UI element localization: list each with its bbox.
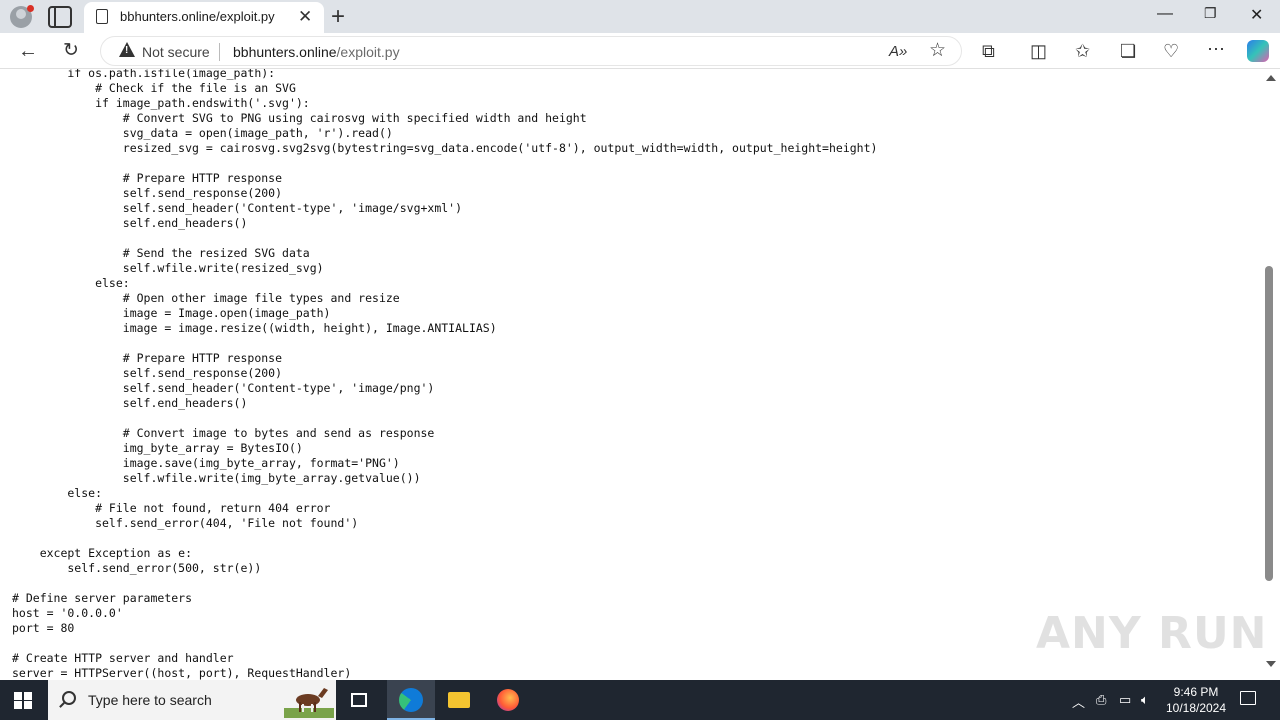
scroll-thumb[interactable] xyxy=(1265,266,1273,581)
code-line: # Convert SVG to PNG using cairosvg with… xyxy=(12,111,587,125)
tab-strip: bbhunters.online/exploit.py ✕ + — ❐ ✕ xyxy=(0,0,1280,33)
clock-time: 9:46 PM xyxy=(1173,685,1219,699)
code-line: if image_path.endswith('.svg'): xyxy=(12,96,310,110)
taskbar-search-box[interactable]: Type here to search xyxy=(48,680,336,720)
read-aloud-icon[interactable]: A» xyxy=(889,43,907,61)
notification-dot xyxy=(27,5,34,12)
code-line: resized_svg = cairosvg.svg2svg(bytestrin… xyxy=(12,141,878,155)
warning-icon[interactable] xyxy=(119,42,135,57)
minimize-icon[interactable]: — xyxy=(1157,5,1173,23)
edge-taskbar-icon[interactable] xyxy=(387,680,435,720)
scroll-down-icon[interactable] xyxy=(1266,661,1276,667)
network-icon[interactable]: ▭ xyxy=(1119,692,1131,708)
show-hidden-icons-chevron-icon[interactable]: ︿ xyxy=(1072,692,1085,711)
browser-tab[interactable]: bbhunters.online/exploit.py ✕ xyxy=(84,2,324,33)
firefox-icon[interactable] xyxy=(484,680,532,720)
clock-date: 10/18/2024 xyxy=(1165,701,1227,715)
security-label[interactable]: Not secure xyxy=(142,44,210,60)
code-line: # Prepare HTTP response xyxy=(12,171,283,185)
file-explorer-icon[interactable] xyxy=(435,680,483,720)
url-text[interactable]: bbhunters.online/exploit.py xyxy=(233,44,400,60)
page-icon xyxy=(96,9,108,24)
profile-avatar-icon[interactable] xyxy=(10,5,34,28)
close-window-icon[interactable]: ✕ xyxy=(1250,5,1263,25)
collections-icon[interactable]: ❏ xyxy=(1120,42,1136,60)
browser-essentials-icon[interactable]: ♡ xyxy=(1163,42,1179,60)
code-line: server = HTTPServer((host, port), Reques… xyxy=(12,666,352,680)
code-line: # Create HTTP server and handler xyxy=(12,651,234,665)
search-icon xyxy=(62,691,76,705)
back-icon[interactable]: ← xyxy=(18,41,38,61)
favorite-star-icon[interactable]: ☆ xyxy=(929,41,946,60)
code-line: self.send_header('Content-type', 'image/… xyxy=(12,381,435,395)
vertical-scrollbar[interactable] xyxy=(1262,69,1280,680)
code-line: self.send_header('Content-type', 'image/… xyxy=(12,201,463,215)
volume-icon[interactable]: 🔈︎ xyxy=(1141,692,1149,708)
code-line: # Define server parameters xyxy=(12,591,193,605)
watermark-logo: ANY RUN xyxy=(1036,608,1268,659)
address-toolbar: ← ↻ Not secure bbhunters.online/exploit.… xyxy=(0,33,1280,69)
scroll-up-icon[interactable] xyxy=(1266,75,1276,81)
code-line: # Convert image to bytes and send as res… xyxy=(12,426,435,440)
taskbar: Type here to search ︿ ⎙ ▭ 🔈︎ 9:46 PM 10/… xyxy=(0,680,1280,720)
device-icon[interactable]: ⎙ xyxy=(1096,692,1106,708)
code-line: # Prepare HTTP response xyxy=(12,351,283,365)
restore-icon[interactable]: ❐ xyxy=(1204,5,1217,22)
extensions-icon[interactable]: ⧉ xyxy=(982,42,995,60)
code-line: image = image.resize((width, height), Im… xyxy=(12,321,497,335)
code-line: # Open other image file types and resize xyxy=(12,291,400,305)
close-tab-icon[interactable]: ✕ xyxy=(298,7,312,27)
code-line: if os.path.isfile(image_path): xyxy=(12,69,276,80)
code-line: port = 80 xyxy=(12,621,75,635)
code-line: self.wfile.write(resized_svg) xyxy=(12,261,324,275)
url-host: bbhunters.online xyxy=(233,44,337,60)
refresh-icon[interactable]: ↻ xyxy=(63,41,79,60)
code-line: self.end_headers() xyxy=(12,216,248,230)
taskbar-clock[interactable]: 9:46 PM 10/18/2024 xyxy=(1160,684,1232,716)
code-line: else: xyxy=(12,276,130,290)
code-line: else: xyxy=(12,486,103,500)
search-highlight-animal-icon xyxy=(284,688,334,718)
code-line: self.send_error(404, 'File not found') xyxy=(12,516,359,530)
notification-center-icon[interactable] xyxy=(1240,691,1256,705)
code-line: self.send_error(500, str(e)) xyxy=(12,561,262,575)
address-divider xyxy=(219,43,220,61)
code-line: host = '0.0.0.0' xyxy=(12,606,123,620)
code-line: # Send the resized SVG data xyxy=(12,246,310,260)
url-path: /exploit.py xyxy=(336,44,400,60)
tab-actions-icon[interactable] xyxy=(48,6,72,28)
code-line: # File not found, return 404 error xyxy=(12,501,331,515)
code-line: svg_data = open(image_path, 'r').read() xyxy=(12,126,393,140)
favorites-icon[interactable]: ✩ xyxy=(1075,42,1090,60)
windows-start-icon[interactable] xyxy=(14,692,32,709)
code-line: except Exception as e: xyxy=(12,546,193,560)
code-line: self.send_response(200) xyxy=(12,186,283,200)
code-line: self.wfile.write(img_byte_array.getvalue… xyxy=(12,471,421,485)
code-line: self.send_response(200) xyxy=(12,366,283,380)
task-view-icon[interactable] xyxy=(336,680,384,720)
copilot-icon[interactable] xyxy=(1247,40,1269,62)
code-line: # Check if the file is an SVG xyxy=(12,81,296,95)
code-line: image.save(img_byte_array, format='PNG') xyxy=(12,456,400,470)
split-screen-icon[interactable]: ◫ xyxy=(1030,42,1047,60)
code-line: self.end_headers() xyxy=(12,396,248,410)
search-placeholder: Type here to search xyxy=(88,692,212,708)
code-line: img_byte_array = BytesIO() xyxy=(12,441,303,455)
source-code: if os.path.isfile(image_path): # Check i… xyxy=(12,69,877,680)
code-line: image = Image.open(image_path) xyxy=(12,306,331,320)
more-menu-icon[interactable]: ⋯ xyxy=(1207,40,1225,58)
new-tab-icon[interactable]: + xyxy=(331,3,345,31)
page-content: if os.path.isfile(image_path): # Check i… xyxy=(0,69,1262,680)
tab-title: bbhunters.online/exploit.py xyxy=(120,9,275,24)
address-bar[interactable]: Not secure bbhunters.online/exploit.py A… xyxy=(100,36,962,66)
